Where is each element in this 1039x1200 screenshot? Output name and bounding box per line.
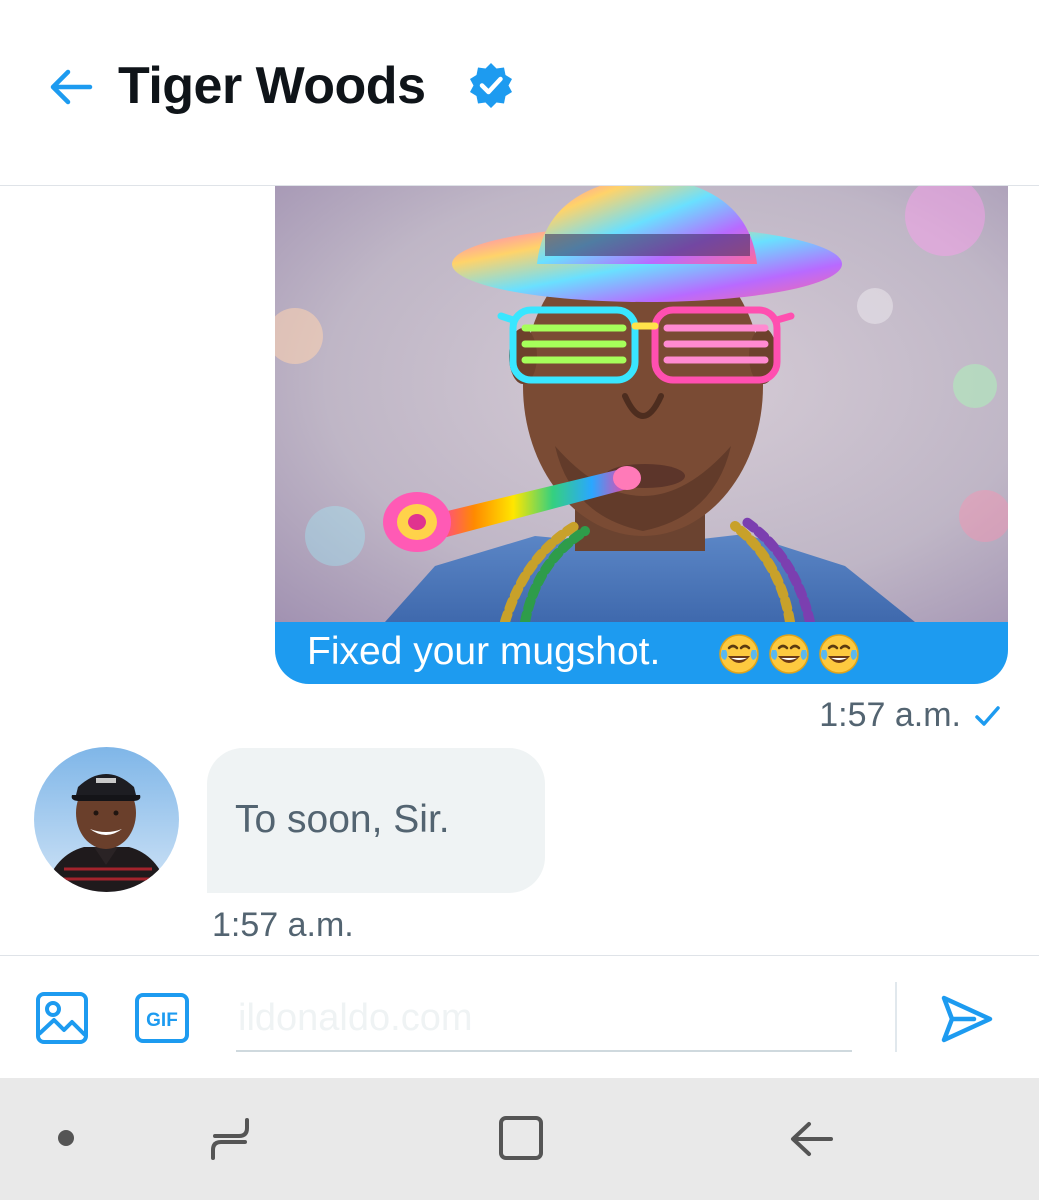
- tears-of-joy-emoji: [817, 632, 861, 681]
- dot-icon[interactable]: [58, 1130, 74, 1146]
- home-button[interactable]: [495, 1112, 547, 1164]
- conversation-header: Tiger Woods: [0, 0, 1039, 186]
- composer-separator: [895, 982, 897, 1052]
- recent-apps-icon: [211, 1118, 249, 1160]
- sent-message-meta: 1:57 a.m.: [819, 696, 1003, 735]
- sent-message-text: Fixed your mugshot.: [307, 630, 661, 673]
- message-photo[interactable]: [275, 186, 1008, 622]
- check-icon: [975, 705, 1000, 726]
- tears-of-joy-emoji: [767, 632, 811, 681]
- message-composer: GIF: [0, 956, 1039, 1078]
- gif-icon: GIF: [135, 993, 189, 1043]
- back-icon: [791, 1122, 833, 1156]
- verified-badge-icon: [466, 60, 516, 110]
- add-photo-button[interactable]: [34, 990, 90, 1046]
- received-message-time: 1:57 a.m.: [212, 906, 354, 944]
- home-icon: [499, 1116, 543, 1160]
- conversation-title[interactable]: Tiger Woods: [118, 56, 426, 116]
- avatar[interactable]: [34, 747, 179, 892]
- gif-button[interactable]: GIF: [134, 992, 190, 1044]
- sent-message-bubble[interactable]: Fixed your mugshot.: [275, 186, 1008, 684]
- back-button[interactable]: [46, 62, 96, 112]
- recent-apps-button[interactable]: [205, 1114, 255, 1164]
- sent-message-emoji-row: [717, 632, 861, 681]
- received-message-text: To soon, Sir.: [235, 798, 450, 841]
- message-thread[interactable]: Fixed your mugshot. 1:57 a.m. To soon, S…: [0, 186, 1039, 954]
- sent-message-time: 1:57 a.m.: [819, 696, 961, 734]
- arrow-left-icon: [50, 69, 93, 105]
- system-back-button[interactable]: [785, 1112, 839, 1166]
- gif-label: GIF: [146, 1010, 178, 1031]
- send-icon: [941, 995, 993, 1043]
- received-message-bubble[interactable]: To soon, Sir.: [207, 748, 545, 893]
- system-navigation-bar: [0, 1078, 1039, 1200]
- tears-of-joy-emoji: [717, 632, 761, 681]
- send-button[interactable]: [938, 990, 996, 1048]
- message-input[interactable]: [236, 986, 852, 1052]
- image-icon: [36, 992, 88, 1044]
